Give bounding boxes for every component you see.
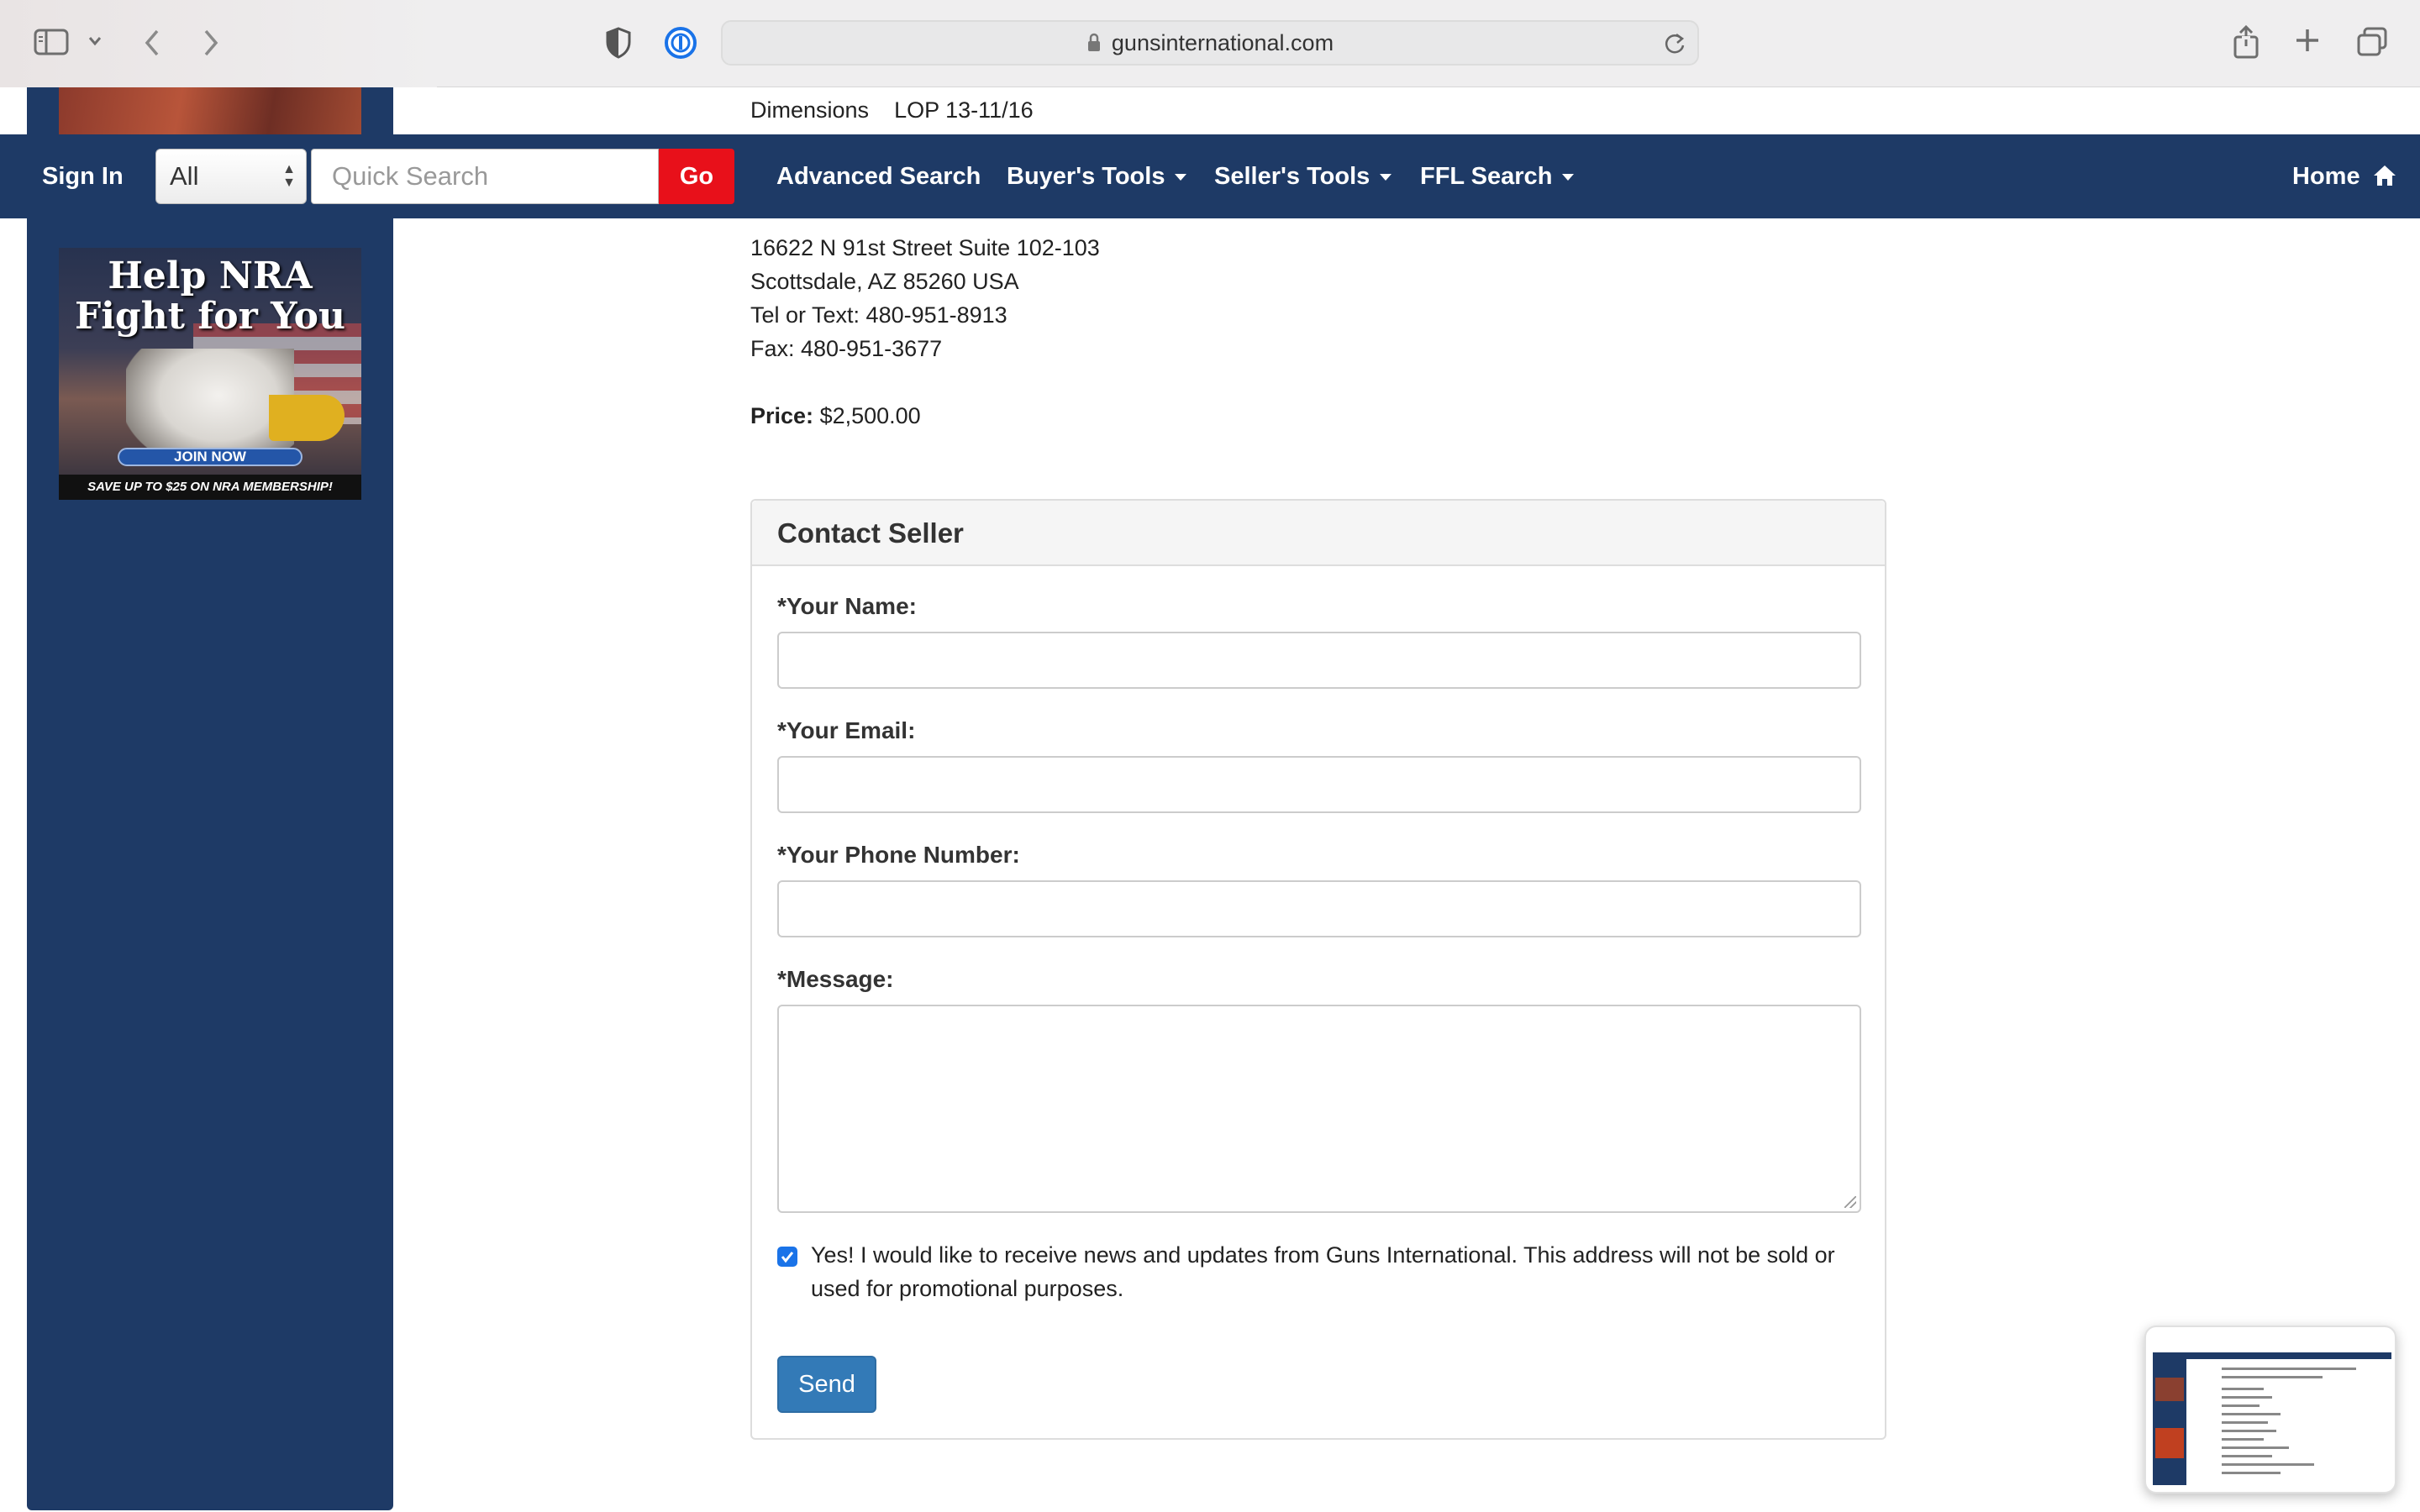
reload-icon[interactable] [1664,32,1686,61]
browser-toolbar: gunsinternational.com [0,0,2420,87]
your-phone-input[interactable] [777,880,1861,937]
url-text: gunsinternational.com [1111,29,1334,55]
thumbnail-text-line [2222,1368,2356,1370]
caret-down-icon [1562,174,1575,181]
buyers-tools-menu[interactable]: Buyer's Tools [1007,163,1187,191]
contact-seller-title: Contact Seller [752,501,1885,566]
seller-address: 16622 N 91st Street Suite 102-103 [750,235,1100,260]
listing-dimensions: Dimensions LOP 13-11/16 [750,97,1034,123]
thumbnail-navbar [2153,1352,2391,1359]
ad-headline-line2: Fight for You [74,295,346,338]
message-label: *Message: [777,966,894,992]
newsletter-checkbox[interactable] [777,1247,797,1267]
thumbnail-text-line [2222,1376,2323,1378]
sellers-tools-menu[interactable]: Seller's Tools [1214,163,1392,191]
home-icon [2373,165,2396,186]
thumbnail-ad [2155,1378,2184,1401]
caret-down-icon [1175,174,1187,181]
quick-search-input[interactable]: Quick Search [311,149,659,204]
thumbnail-text-line [2222,1388,2264,1390]
thumbnail-text-line [2222,1463,2314,1466]
thumbnail-text-line [2222,1404,2260,1407]
sign-in-link[interactable]: Sign In [42,163,124,191]
message-textarea[interactable] [777,1005,1861,1213]
your-phone-label: *Your Phone Number: [777,842,1020,868]
select-arrows-icon: ▲ ▼ [282,162,296,190]
forward-icon[interactable] [202,29,220,57]
newsletter-consent-text: Yes! I would like to receive news and up… [811,1242,1835,1301]
your-email-label: *Your Email: [777,717,916,743]
chevron-down-icon[interactable] [87,35,103,47]
ad-footer-text: SAVE UP TO $25 ON NRA MEMBERSHIP! [59,475,361,500]
ad-headline-line1: Help NRA [108,255,313,297]
home-link[interactable]: Home [2292,163,2397,191]
sidebar-ad-image-partial[interactable] [59,87,361,134]
dimensions-value: LOP 13-11/16 [894,97,1034,123]
price-value: $2,500.00 [819,403,921,428]
home-label: Home [2292,163,2360,190]
go-button[interactable]: Go [659,149,734,204]
tab-overview-icon[interactable] [2356,27,2388,57]
sidebar-toggle-icon[interactable] [34,29,69,55]
price-line: Price: $2,500.00 [750,403,921,429]
screenshot-thumbnail[interactable] [2144,1326,2396,1494]
ad-join-button[interactable]: JOIN NOW [118,448,302,466]
eagle-beak [269,395,345,441]
main-navbar: Sign In All ▲ ▼ Quick Search Go Advanced … [0,134,2420,218]
price-label: Price: [750,403,814,428]
privacy-shield-icon[interactable] [605,27,632,59]
ad-headline: Help NRA Fight for You [59,256,361,337]
password-manager-icon[interactable] [664,26,697,60]
sellers-tools-label: Seller's Tools [1214,163,1370,190]
dimensions-label: Dimensions [750,97,870,123]
address-bar[interactable]: gunsinternational.com [721,20,1699,66]
share-icon[interactable] [2232,25,2260,59]
thumbnail-text-line [2222,1396,2272,1399]
your-name-input[interactable] [777,632,1861,689]
seller-fax: Fax: 480-951-3677 [750,336,943,361]
ffl-search-label: FFL Search [1420,163,1553,190]
seller-phone: Tel or Text: 480-951-8913 [750,302,1007,328]
back-icon[interactable] [143,29,161,57]
send-button[interactable]: Send [777,1356,876,1413]
ffl-search-menu[interactable]: FFL Search [1420,163,1575,191]
advanced-search-link[interactable]: Advanced Search [776,163,981,191]
thumbnail-text-line [2222,1446,2289,1449]
new-tab-icon[interactable] [2294,27,2321,54]
category-select[interactable]: All ▲ ▼ [155,149,307,204]
seller-city: Scottsdale, AZ 85260 USA [750,269,1019,294]
thumbnail-text-line [2222,1455,2272,1457]
thumbnail-text-line [2222,1413,2281,1415]
your-name-label: *Your Name: [777,593,917,619]
resize-grip-icon[interactable] [1844,1196,1856,1208]
thumbnail-text-line [2222,1472,2281,1474]
lock-icon [1086,33,1102,53]
your-email-input[interactable] [777,756,1861,813]
thumbnail-ad [2155,1428,2184,1458]
thumbnail-text-line [2222,1438,2264,1441]
checkmark-icon [781,1252,794,1263]
category-select-value: All [170,161,199,191]
contact-seller-panel: Contact Seller *Your Name: *Your Email: … [750,499,1886,1440]
caret-down-icon [1380,174,1392,181]
thumbnail-text-line [2222,1421,2268,1424]
nra-ad-banner[interactable]: Help NRA Fight for You JOIN NOW SAVE UP … [59,248,361,500]
buyers-tools-label: Buyer's Tools [1007,163,1165,190]
thumbnail-text-line [2222,1430,2276,1432]
